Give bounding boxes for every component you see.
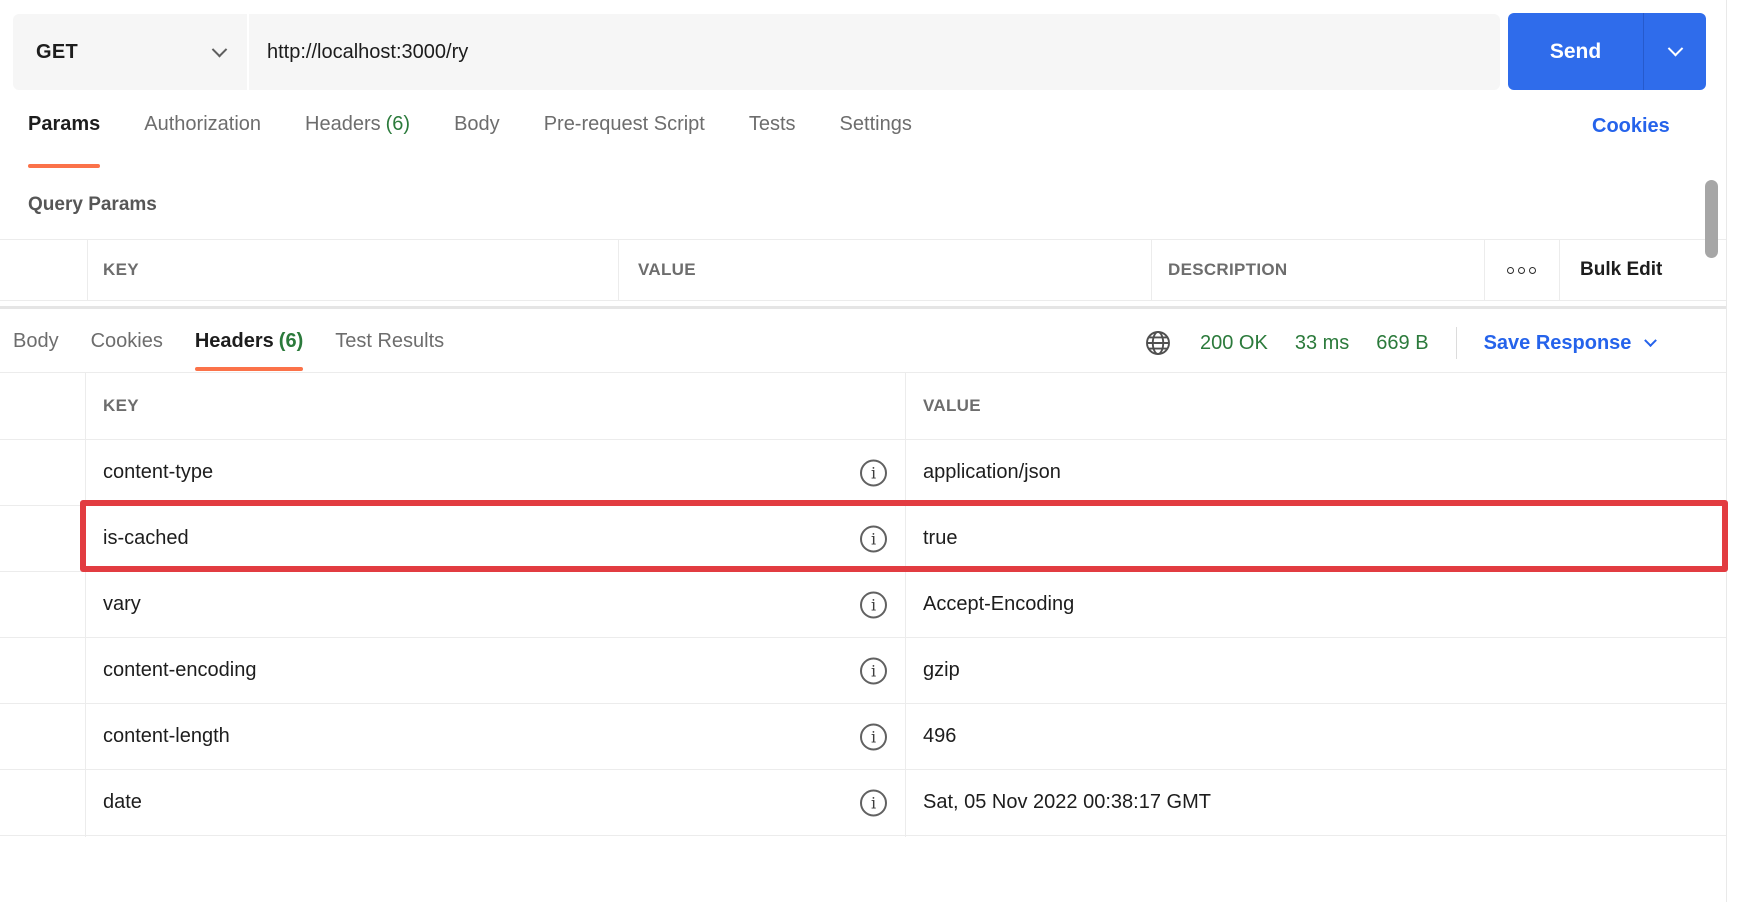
network-globe-icon[interactable] [1143,328,1173,358]
chevron-down-icon [1667,40,1683,57]
table-row-vary: vary i Accept-Encoding [0,572,1726,638]
header-key-cell: content-encoding [103,659,257,681]
method-label: GET [36,40,79,63]
send-button-label[interactable]: Send [1508,13,1643,90]
tab-tests[interactable]: Tests [749,113,796,136]
tab-label: Pre-request Script [543,113,705,135]
column-divider [1484,240,1485,300]
header-value-cell: true [923,527,958,549]
column-divider [1151,240,1152,300]
column-header-key: KEY [103,396,139,415]
header-key-cell: content-type [103,461,214,483]
header-value-cell: gzip [923,659,960,681]
tab-pre-request-script[interactable]: Pre-request Script [544,113,705,136]
response-table-header: KEY VALUE [0,373,1726,440]
tab-label: Cookies [90,330,163,352]
url-field-container [249,14,1500,90]
headers-count-badge: (6) [278,330,304,352]
tab-params[interactable]: Params [28,113,101,168]
tab-settings[interactable]: Settings [840,113,912,136]
header-key-cell: vary [103,593,141,615]
header-value-cell: Sat, 05 Nov 2022 00:38:17 GMT [923,791,1211,813]
table-row-content-type: content-type i application/json [0,440,1726,506]
header-value-cell: 496 [923,725,957,747]
more-options-icon[interactable] [1496,240,1546,300]
header-value-cell: Accept-Encoding [923,593,1075,615]
status-code[interactable]: 200 OK [1200,332,1268,355]
panel-right-border [1726,0,1727,902]
tab-label: Test Results [335,330,445,352]
url-input[interactable] [249,14,1500,90]
send-button[interactable]: Send [1508,13,1706,90]
query-params-title: Query Params [28,194,157,215]
cookies-link[interactable]: Cookies [1592,115,1670,138]
column-header-value: VALUE [638,260,696,279]
response-status-bar: 200 OK 33 ms 669 B Save Response [1143,327,1658,359]
tab-label: Params [28,113,101,135]
header-value-cell: application/json [923,461,1061,483]
tab-label: Tests [748,113,796,135]
query-params-table-header: KEY VALUE DESCRIPTION Bulk Edit [0,239,1726,301]
response-time[interactable]: 33 ms [1295,332,1349,355]
section-divider [0,306,1726,309]
tab-test-results[interactable]: Test Results [335,330,444,353]
header-key-cell: is-cached [103,527,189,549]
request-tabs: Params Authorization Headers (6) Body Pre… [28,113,912,168]
tab-headers[interactable]: Headers (6) [305,113,410,136]
response-headers-table: KEY VALUE content-type i application/jso… [0,373,1726,837]
chevron-down-icon [1644,333,1658,347]
column-header-value: VALUE [923,396,981,415]
tab-label: Body [13,330,59,352]
response-tabs: Body Cookies Headers (6) Test Results [13,330,444,371]
table-row-date: date i Sat, 05 Nov 2022 00:38:17 GMT [0,770,1726,836]
column-divider [87,240,88,300]
info-icon[interactable]: i [860,591,887,618]
save-response-button[interactable]: Save Response [1483,331,1658,355]
info-icon[interactable]: i [860,723,887,750]
column-divider [85,373,86,837]
info-icon[interactable]: i [860,789,887,816]
tab-label: Authorization [144,113,262,135]
send-options-button[interactable] [1644,13,1706,90]
header-key-cell: content-length [103,725,230,747]
tab-label: Headers [305,113,381,135]
tab-body[interactable]: Body [454,113,500,136]
column-divider [618,240,619,300]
save-response-label: Save Response [1483,331,1632,354]
column-divider [905,373,906,837]
tab-response-headers[interactable]: Headers (6) [194,330,304,371]
tab-authorization[interactable]: Authorization [144,113,261,136]
tab-label: Settings [839,113,912,135]
tab-label: Headers [194,330,274,352]
info-icon[interactable]: i [860,459,887,486]
tab-response-cookies[interactable]: Cookies [91,330,163,353]
chevron-down-icon [211,41,228,57]
column-divider [1559,240,1560,300]
tab-label: Body [454,113,500,135]
bulk-edit-button[interactable]: Bulk Edit [1580,240,1662,300]
column-header-key: KEY [103,260,139,279]
response-size[interactable]: 669 B [1376,332,1428,355]
table-row-is-cached: is-cached i true [0,506,1726,572]
table-row-content-encoding: content-encoding i gzip [0,638,1726,704]
info-icon[interactable]: i [860,657,887,684]
tab-response-body[interactable]: Body [13,330,59,353]
info-icon[interactable]: i [860,525,887,552]
table-row-content-length: content-length i 496 [0,704,1726,770]
header-key-cell: date [103,791,142,813]
vertical-scrollbar[interactable] [1705,180,1718,258]
method-selector[interactable]: GET [13,14,247,90]
column-header-description: DESCRIPTION [1168,260,1288,279]
headers-count-badge: (6) [385,113,411,135]
status-separator [1455,327,1457,359]
